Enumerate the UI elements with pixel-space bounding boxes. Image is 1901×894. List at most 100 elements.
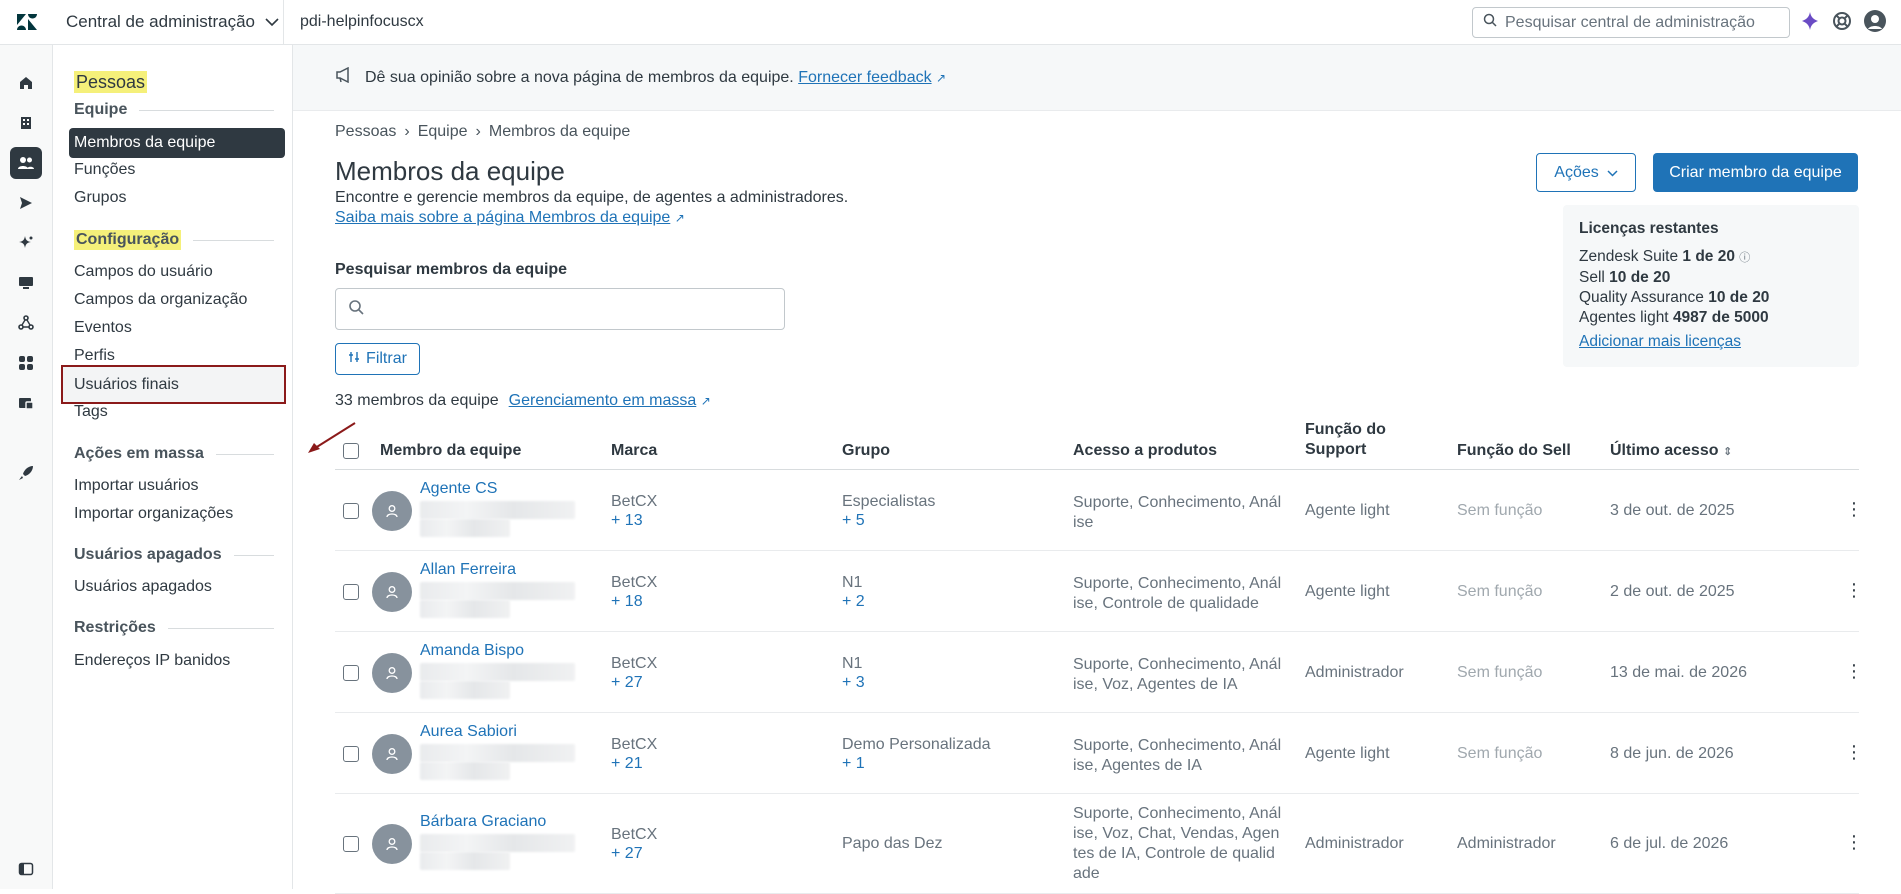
create-member-button[interactable]: Criar membro da equipe — [1653, 153, 1858, 192]
ai-sparkle-icon[interactable] — [1800, 11, 1820, 36]
row-checkbox[interactable] — [343, 664, 359, 681]
breadcrumb-equipe[interactable]: Equipe — [418, 123, 468, 141]
channels-send-icon[interactable] — [10, 187, 42, 219]
learn-more-link[interactable]: Saiba mais sobre a página Membros da equ… — [335, 209, 670, 226]
select-all-checkbox[interactable] — [343, 443, 359, 459]
account-icon[interactable] — [10, 387, 42, 419]
avatar — [372, 490, 412, 531]
members-table: Membro da equipe Marca Grupo Acesso a pr… — [335, 417, 1863, 894]
brand-name: BetCX — [611, 735, 658, 753]
building-icon[interactable] — [10, 107, 42, 139]
zendesk-logo-icon[interactable] — [0, 14, 53, 30]
member-name-link[interactable]: Agente CS — [420, 480, 497, 498]
nav-item-eventos[interactable]: Eventos — [74, 319, 132, 337]
column-header-member[interactable]: Membro da equipe — [380, 442, 521, 460]
brand-more-link[interactable]: + 27 — [611, 845, 643, 863]
breadcrumb-pessoas[interactable]: Pessoas — [335, 123, 396, 141]
home-icon[interactable] — [10, 67, 42, 99]
column-header-product-access[interactable]: Acesso a produtos — [1073, 442, 1217, 460]
column-header-brand[interactable]: Marca — [611, 442, 657, 460]
row-checkbox[interactable] — [343, 502, 359, 519]
nav-item-perfis[interactable]: Perfis — [74, 347, 115, 365]
row-more-options-icon[interactable]: ⋮ — [1845, 742, 1863, 763]
table-row[interactable]: Amanda Bispo BetCX + 27 N1 + 3 Suporte, … — [335, 632, 1863, 713]
nav-item-enderecos-ip-banidos[interactable]: Endereços IP banidos — [74, 652, 230, 670]
nav-item-grupos[interactable]: Grupos — [74, 189, 126, 207]
brand-more-link[interactable]: + 21 — [611, 755, 643, 773]
row-more-options-icon[interactable]: ⋮ — [1845, 499, 1863, 520]
brand-more-link[interactable]: + 18 — [611, 593, 643, 611]
member-search-input[interactable] — [335, 288, 785, 330]
product-switcher[interactable]: Central de administração — [53, 12, 283, 32]
nav-section-equipe: Equipe — [74, 101, 274, 119]
ai-icon[interactable] — [10, 227, 42, 259]
column-header-support-role[interactable]: Função do Support — [1305, 420, 1415, 460]
row-more-options-icon[interactable]: ⋮ — [1845, 832, 1863, 853]
apps-icon[interactable] — [10, 347, 42, 379]
sell-role: Sem função — [1457, 744, 1543, 762]
table-row[interactable]: Aurea Sabiori BetCX + 21 Demo Personaliz… — [335, 713, 1863, 794]
member-email-redacted — [420, 761, 510, 780]
row-more-options-icon[interactable]: ⋮ — [1845, 580, 1863, 601]
nav-item-campos-da-organizacao[interactable]: Campos da organização — [74, 291, 247, 309]
bulk-management-link[interactable]: Gerenciamento em massa — [509, 392, 697, 409]
table-row[interactable]: Agente CS BetCX + 13 Especialistas + 5 S… — [335, 470, 1863, 551]
product-name: Central de administração — [66, 12, 255, 31]
nav-section-acoes-em-massa: Ações em massa — [74, 445, 274, 463]
nav-item-tags[interactable]: Tags — [74, 403, 108, 421]
member-email-redacted — [420, 680, 510, 699]
member-email-redacted — [420, 599, 510, 618]
column-header-sell-role[interactable]: Função do Sell — [1457, 442, 1571, 460]
info-icon[interactable]: ⓘ — [1739, 252, 1750, 264]
brand-name: BetCX — [611, 573, 658, 591]
actions-button[interactable]: Ações — [1536, 153, 1636, 192]
column-header-group[interactable]: Grupo — [842, 442, 890, 460]
member-count-line: 33 membros da equipe Gerenciamento em ma… — [335, 392, 711, 410]
admin-search-input[interactable]: Pesquisar central de administração — [1472, 7, 1790, 38]
user-avatar[interactable] — [1864, 10, 1886, 37]
support-role: Agente light — [1305, 582, 1390, 600]
filter-button[interactable]: Filtrar — [335, 343, 420, 375]
brand-more-link[interactable]: + 13 — [611, 512, 643, 530]
member-name-link[interactable]: Allan Ferreira — [420, 561, 516, 579]
search-icon — [348, 299, 364, 320]
feedback-link[interactable]: Fornecer feedback — [798, 69, 931, 86]
user-icon — [386, 585, 398, 598]
row-checkbox[interactable] — [343, 583, 359, 600]
row-checkbox[interactable] — [343, 745, 359, 762]
add-licenses-link[interactable]: Adicionar mais licenças — [1579, 332, 1843, 352]
group-more-link[interactable]: + 3 — [842, 674, 865, 692]
people-icon[interactable] — [10, 147, 42, 179]
group-more-link[interactable]: + 2 — [842, 593, 865, 611]
group-more-link[interactable]: + 5 — [842, 512, 865, 530]
nav-item-membros-da-equipe[interactable]: Membros da equipe — [69, 128, 285, 158]
nav-item-usuarios-apagados[interactable]: Usuários apagados — [74, 578, 212, 596]
member-name-link[interactable]: Bárbara Graciano — [420, 813, 546, 831]
rocket-icon[interactable] — [10, 457, 42, 489]
nav-item-campos-do-usuario[interactable]: Campos do usuário — [74, 263, 213, 281]
sell-role: Administrador — [1457, 835, 1556, 852]
column-header-last-access[interactable]: Último acesso ⇕ — [1610, 442, 1732, 460]
nav-item-usuarios-finais[interactable]: Usuários finais — [61, 365, 286, 404]
brand-more-link[interactable]: + 27 — [611, 674, 643, 692]
last-access: 13 de mai. de 2026 — [1610, 663, 1747, 681]
row-more-options-icon[interactable]: ⋮ — [1845, 661, 1863, 682]
help-icon[interactable] — [1832, 11, 1852, 36]
objects-rules-icon[interactable] — [10, 307, 42, 339]
external-link-icon: ↗ — [936, 70, 947, 85]
workspaces-icon[interactable] — [10, 267, 42, 299]
table-row[interactable]: Allan Ferreira BetCX + 18 N1 + 2 Suporte… — [335, 551, 1863, 632]
nav-section-configuracao: Configuração — [74, 230, 274, 250]
nav-item-importar-organizacoes[interactable]: Importar organizações — [74, 505, 233, 523]
search-icon — [1483, 13, 1497, 32]
member-name-link[interactable]: Amanda Bispo — [420, 642, 524, 660]
nav-item-funcoes[interactable]: Funções — [74, 161, 135, 179]
member-name-link[interactable]: Aurea Sabiori — [420, 723, 517, 741]
table-row[interactable]: Bárbara Graciano BetCX + 27 Papo das Dez… — [335, 794, 1863, 894]
row-checkbox[interactable] — [343, 836, 359, 852]
breadcrumb-separator-icon: › — [404, 123, 410, 140]
toggle-sidebar-icon[interactable] — [10, 853, 42, 885]
nav-section-restricoes: Restrições — [74, 619, 274, 637]
group-more-link[interactable]: + 1 — [842, 755, 865, 773]
nav-item-importar-usuarios[interactable]: Importar usuários — [74, 477, 199, 495]
